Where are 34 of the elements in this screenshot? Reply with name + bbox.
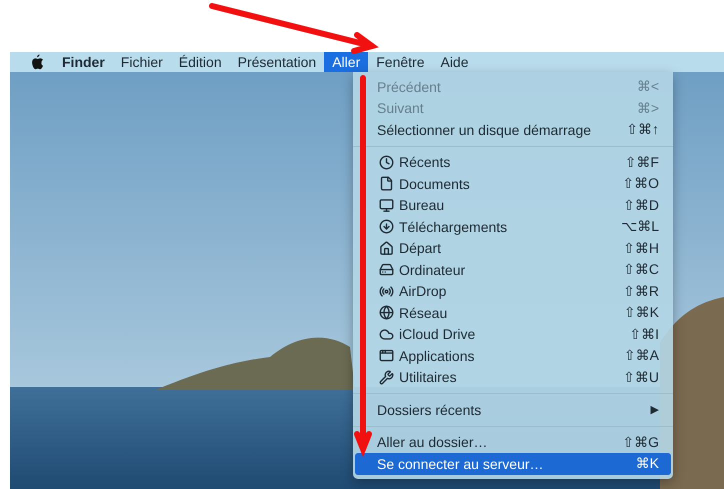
menu-item[interactable]: Ordinateur ⇧⌘C	[355, 259, 671, 280]
menu-item-icon	[379, 240, 394, 256]
menu-item-icon	[379, 370, 394, 385]
menu-item-icon	[379, 348, 394, 364]
menu-item[interactable]: Réseau ⇧⌘K	[355, 302, 671, 324]
menu-item[interactable]: Documents ⇧⌘O	[355, 173, 671, 194]
menu-item[interactable]: Téléchargements ⌥⌘L	[355, 216, 671, 238]
menu-item-icon	[379, 154, 394, 170]
menu-item-icon	[379, 326, 394, 342]
menu-bar-item[interactable]: Présentation	[230, 52, 324, 72]
menu-item[interactable]: Bureau ⇧⌘D	[355, 194, 671, 216]
menu-bar-item[interactable]: Finder	[54, 52, 113, 72]
menu-bar-item[interactable]: Fichier	[112, 52, 171, 72]
apple-logo-icon	[30, 54, 44, 70]
menu-item[interactable]: Sélectionner un disque démarrage ⇧⌘↑	[355, 119, 671, 140]
menu-item-icon	[379, 176, 394, 192]
menu-item[interactable]: AirDrop ⇧⌘R	[355, 280, 671, 302]
menu-item-icon	[379, 262, 394, 278]
menu-item[interactable]: Applications ⇧⌘A	[355, 345, 671, 366]
menu-item-icon	[379, 305, 394, 320]
menu-item[interactable]: Dossiers récents ▶	[355, 399, 671, 420]
menu-item[interactable]: Utilitaires ⇧⌘U	[355, 366, 671, 388]
menu-item-icon	[379, 284, 394, 299]
menu-bar-item[interactable]: Aide	[432, 52, 477, 72]
menu-item[interactable]: Se connecter au serveur… ⌘K	[355, 453, 671, 474]
menu-bar-item[interactable]: Fenêtre	[368, 52, 432, 72]
menu-item-icon	[379, 198, 394, 213]
menu-bar-item[interactable]: Aller	[324, 52, 368, 72]
menu-item[interactable]: Aller au dossier… ⇧⌘G	[355, 432, 671, 453]
menu-item-icon	[379, 219, 394, 234]
menu-item[interactable]: Départ ⇧⌘H	[355, 238, 671, 259]
menu-bar-item[interactable]: Édition	[170, 52, 230, 72]
menu-item[interactable]: iCloud Drive ⇧⌘I	[355, 324, 671, 345]
menu-item[interactable]: Récents ⇧⌘F	[355, 152, 671, 173]
